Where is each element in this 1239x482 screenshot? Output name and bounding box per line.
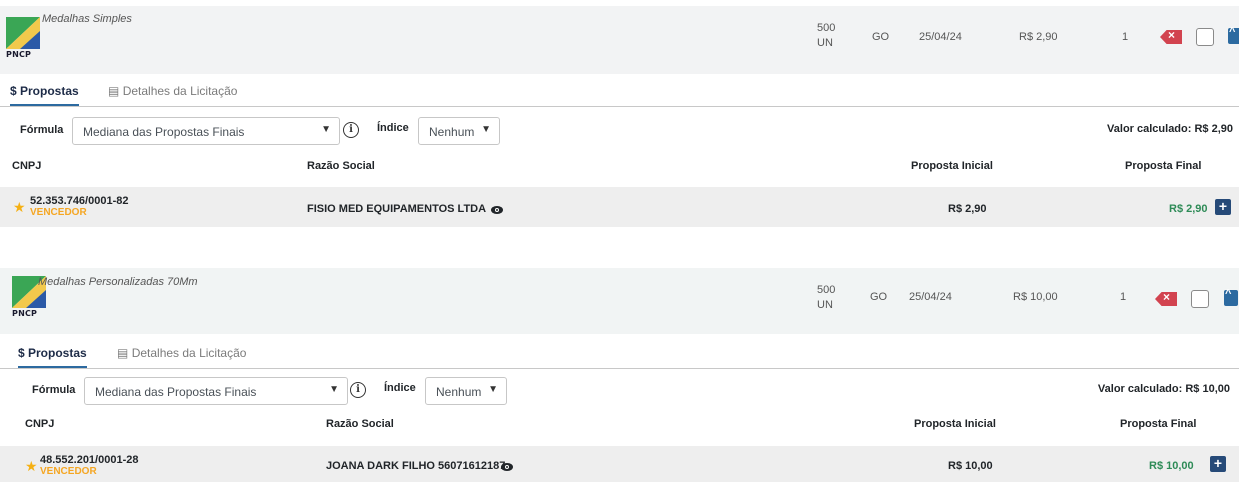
eye-icon[interactable] <box>491 206 503 214</box>
item-date: 25/04/24 <box>909 291 952 303</box>
index-label: Índice <box>384 382 416 394</box>
th-final: Proposta Final <box>1120 418 1197 430</box>
item-title: Medalhas Personalizadas 70Mm <box>38 276 198 288</box>
tab-propostas[interactable]: $ Propostas <box>18 346 87 368</box>
index-select[interactable]: Nenhum ▼ <box>425 377 507 405</box>
formula-row: Fórmula Mediana das Propostas Finais ▼ i… <box>0 115 1239 145</box>
index-select-value: Nenhum <box>436 385 482 399</box>
tab-detalhes-label: Detalhes da Licitação <box>122 84 238 98</box>
razao-social: FISIO MED EQUIPAMENTOS LTDA <box>307 203 487 215</box>
chevron-down-icon: ▼ <box>481 124 491 135</box>
qty-unit: UN <box>817 299 833 311</box>
tabs-bar: $ Propostas ▤ Detalhes da Licitação <box>0 76 1239 107</box>
table-header: CNPJ Razão Social Proposta Inicial Propo… <box>0 418 1239 438</box>
proposta-inicial: R$ 10,00 <box>948 460 993 472</box>
tab-detalhes[interactable]: ▤ Detalhes da Licitação <box>117 346 246 360</box>
formula-select-value: Mediana das Propostas Finais <box>95 385 257 399</box>
index-label: Índice <box>377 122 409 134</box>
item-price: R$ 10,00 <box>1013 291 1058 303</box>
pncp-logo-text: PNCP <box>6 50 32 59</box>
qty-value: 500 <box>817 22 836 34</box>
select-checkbox[interactable] <box>1191 290 1209 308</box>
index-select-value: Nenhum <box>429 125 475 139</box>
star-icon: ★ <box>25 458 38 474</box>
item-section-2: PNCP Medalhas Personalizadas 70Mm 500 UN… <box>0 268 1239 482</box>
table-row: ★ 52.353.746/0001-82 VENCEDOR FISIO MED … <box>0 187 1239 227</box>
winner-badge: VENCEDOR <box>30 207 87 218</box>
info-icon[interactable]: i <box>350 382 366 398</box>
chevron-up-icon: ^ <box>1225 288 1232 300</box>
item-uf: GO <box>872 31 890 43</box>
item-date: 25/04/24 <box>919 31 962 43</box>
collapse-button[interactable]: ^ <box>1228 26 1239 44</box>
item-quantity: 500 UN <box>817 21 835 51</box>
chevron-up-icon: ^ <box>1229 26 1236 38</box>
delete-button[interactable]: × <box>1155 292 1177 306</box>
proposta-final: R$ 2,90 <box>1169 203 1208 215</box>
index-select[interactable]: Nenhum ▼ <box>418 117 500 145</box>
th-inicial: Proposta Inicial <box>914 418 996 430</box>
pncp-logo: PNCP <box>6 17 40 59</box>
close-icon: × <box>1168 28 1176 42</box>
formula-select[interactable]: Mediana das Propostas Finais ▼ <box>84 377 348 405</box>
document-icon: ▤ <box>108 84 120 98</box>
th-cnpj: CNPJ <box>25 418 55 430</box>
select-checkbox[interactable] <box>1196 28 1214 46</box>
cnpj-value: 52.353.746/0001-82 <box>30 195 129 207</box>
th-final: Proposta Final <box>1125 160 1202 172</box>
document-icon: ▤ <box>117 346 129 360</box>
collapse-button[interactable]: ^ <box>1224 288 1238 306</box>
th-cnpj: CNPJ <box>12 160 42 172</box>
pncp-flag-icon <box>6 17 40 49</box>
add-button[interactable]: + <box>1215 199 1231 215</box>
add-button[interactable]: + <box>1210 456 1226 472</box>
item-count: 1 <box>1120 291 1127 303</box>
pncp-logo-text: PNCP <box>12 309 38 318</box>
formula-label: Fórmula <box>20 124 64 136</box>
calculated-value: Valor calculado: R$ 10,00 <box>1097 383 1230 395</box>
chevron-down-icon: ▼ <box>488 384 498 395</box>
tab-detalhes[interactable]: ▤ Detalhes da Licitação <box>108 84 237 98</box>
th-razao: Razão Social <box>307 160 375 172</box>
chevron-down-icon: ▼ <box>321 124 331 135</box>
table-row: ★ 48.552.201/0001-28 VENCEDOR JOANA DARK… <box>0 446 1239 482</box>
winner-badge: VENCEDOR <box>40 466 97 477</box>
item-section-1: PNCP Medalhas Simples 500 UN GO 25/04/24… <box>0 0 1239 232</box>
item-header-row[interactable]: PNCP Medalhas Personalizadas 70Mm 500 UN… <box>0 268 1239 334</box>
formula-row: Fórmula Mediana das Propostas Finais ▼ i… <box>0 375 1239 405</box>
delete-button[interactable]: × <box>1160 30 1182 44</box>
item-price: R$ 2,90 <box>1019 31 1058 43</box>
star-icon: ★ <box>13 199 26 215</box>
proposta-inicial: R$ 2,90 <box>948 203 987 215</box>
razao-social: JOANA DARK FILHO 56071612187 <box>326 460 506 472</box>
item-uf: GO <box>870 291 888 303</box>
tab-detalhes-label: Detalhes da Licitação <box>131 346 247 360</box>
formula-select-value: Mediana das Propostas Finais <box>83 125 245 139</box>
formula-select[interactable]: Mediana das Propostas Finais ▼ <box>72 117 340 145</box>
cnpj-value: 48.552.201/0001-28 <box>40 454 139 466</box>
item-header-row[interactable]: PNCP Medalhas Simples 500 UN GO 25/04/24… <box>0 6 1239 74</box>
chevron-down-icon: ▼ <box>329 384 339 395</box>
item-count: 1 <box>1122 31 1129 43</box>
item-title: Medalhas Simples <box>42 13 132 25</box>
calculated-value: Valor calculado: R$ 2,90 <box>1107 123 1233 135</box>
th-razao: Razão Social <box>326 418 394 430</box>
table-header: CNPJ Razão Social Proposta Inicial Propo… <box>0 160 1239 180</box>
qty-unit: UN <box>817 37 833 49</box>
tab-propostas[interactable]: $ Propostas <box>10 84 79 106</box>
close-icon: × <box>1163 290 1171 304</box>
proposta-final: R$ 10,00 <box>1149 460 1194 472</box>
item-quantity: 500 UN <box>817 283 835 313</box>
eye-icon[interactable] <box>501 463 513 471</box>
info-icon[interactable]: i <box>343 122 359 138</box>
formula-label: Fórmula <box>32 384 76 396</box>
qty-value: 500 <box>817 284 836 296</box>
th-inicial: Proposta Inicial <box>911 160 993 172</box>
tabs-bar: $ Propostas ▤ Detalhes da Licitação <box>0 338 1239 369</box>
